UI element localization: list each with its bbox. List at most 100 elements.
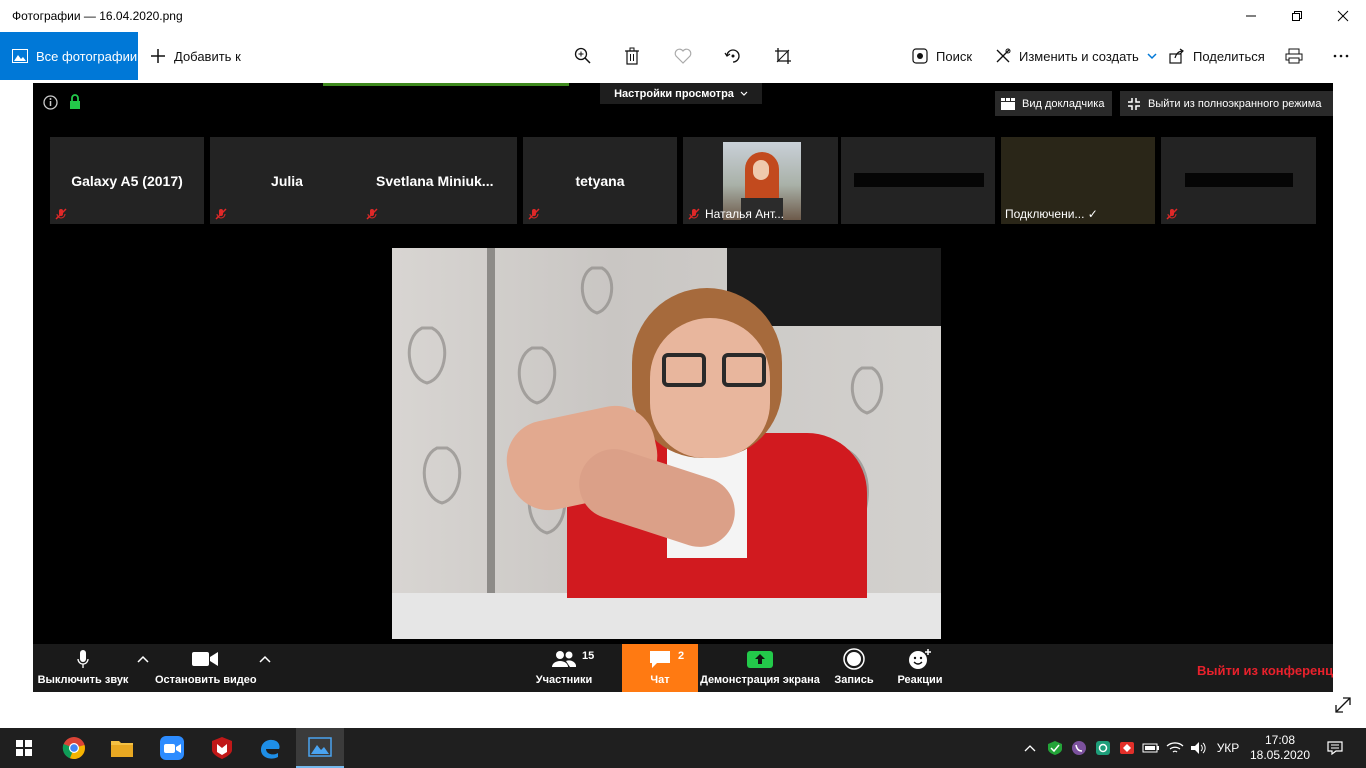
tray-volume[interactable]: [1188, 728, 1210, 768]
tray-wifi[interactable]: [1164, 728, 1186, 768]
app-tray-icon: [1096, 741, 1110, 755]
participant-tile[interactable]: [841, 137, 995, 224]
share-button[interactable]: Поделиться: [1169, 32, 1265, 80]
participant-name: Galaxy A5 (2017): [71, 173, 183, 189]
taskbar-edge[interactable]: [246, 728, 294, 768]
search-button[interactable]: Поиск: [912, 32, 972, 80]
anydesk-icon: [1120, 742, 1134, 754]
share-icon: [1169, 48, 1184, 64]
participant-tile[interactable]: Galaxy A5 (2017): [50, 137, 204, 224]
chrome-icon: [62, 737, 85, 760]
all-photos-button[interactable]: Все фотографии: [0, 32, 138, 80]
chat-count: 2: [678, 650, 685, 662]
chat-button[interactable]: Чат 2: [622, 644, 698, 692]
tray-battery[interactable]: [1140, 728, 1162, 768]
tray-overflow-button[interactable]: [1020, 728, 1040, 768]
zoom-topbar: Настройки просмотра Вид докладчика Выйти…: [33, 83, 1333, 123]
zoom-app-icon: [160, 736, 184, 760]
crop-icon: [775, 48, 791, 64]
audio-options-button[interactable]: [133, 644, 153, 692]
delete-button[interactable]: [624, 32, 640, 80]
video-options-button[interactable]: [255, 644, 275, 692]
reactions-button[interactable]: Реакции: [893, 644, 947, 692]
lock-icon[interactable]: [69, 94, 81, 110]
tray-clock[interactable]: 17:08 18.05.2020: [1246, 728, 1314, 768]
photos-toolbar: Все фотографии Добавить к Поиск Изменить…: [0, 32, 1366, 80]
taskbar-photos[interactable]: [296, 728, 344, 768]
record-button[interactable]: Запись: [829, 644, 879, 692]
participants-count: 15: [582, 650, 595, 662]
heart-icon: [674, 48, 692, 64]
tray-anydesk[interactable]: [1116, 728, 1138, 768]
participants-button[interactable]: Участники 15: [528, 644, 600, 692]
tray-language[interactable]: УКР: [1212, 728, 1244, 768]
participants-icon: [552, 651, 577, 667]
reactions-label: Реакции: [897, 674, 943, 686]
mic-muted-icon: [366, 208, 378, 220]
glasses-left: [662, 353, 706, 387]
share-label: Поделиться: [1193, 48, 1265, 64]
add-to-button[interactable]: Добавить к: [150, 32, 241, 80]
action-center-button[interactable]: [1320, 728, 1350, 768]
favorite-button[interactable]: [674, 32, 692, 80]
window-titlebar: Фотографии — 16.04.2020.png: [0, 0, 1366, 32]
chevron-down-icon: [740, 91, 748, 96]
tray-app[interactable]: [1092, 728, 1114, 768]
language-indicator: УКР: [1216, 741, 1240, 755]
trash-icon: [625, 47, 639, 65]
print-button[interactable]: [1285, 32, 1303, 80]
share-screen-button[interactable]: Демонстрация экрана: [700, 644, 820, 692]
plus-icon: [151, 49, 165, 63]
stop-video-label: Остановить видео: [155, 674, 257, 686]
expand-icon[interactable]: [1333, 695, 1353, 715]
info-icon[interactable]: [43, 95, 58, 110]
restore-button[interactable]: [1274, 0, 1320, 32]
chevron-up-icon: [259, 655, 271, 663]
photo-icon: [12, 49, 28, 63]
volume-icon: [1191, 742, 1206, 754]
speaker-view-button[interactable]: Вид докладчика: [995, 91, 1112, 116]
edge-icon: [261, 739, 280, 759]
start-button[interactable]: [0, 728, 48, 768]
chat-icon: [650, 651, 670, 668]
close-button[interactable]: [1320, 0, 1366, 32]
add-to-label: Добавить к: [174, 48, 241, 64]
edit-create-button[interactable]: Изменить и создать: [995, 32, 1157, 80]
viber-icon: [1072, 741, 1086, 755]
window-title: Фотографии — 16.04.2020.png: [12, 9, 183, 23]
redacted-name: [854, 173, 984, 187]
all-photos-label: Все фотографии: [36, 48, 138, 64]
rotate-icon: [724, 49, 740, 63]
taskbar-zoom[interactable]: [148, 728, 196, 768]
stop-video-button[interactable]: Остановить видео: [155, 644, 257, 692]
taskbar-explorer[interactable]: [98, 728, 146, 768]
view-settings-button[interactable]: Настройки просмотра: [600, 83, 762, 104]
participant-label: Наталья Ант...: [705, 207, 784, 221]
video-camera-icon: [192, 652, 218, 666]
mic-muted-icon: [215, 208, 227, 220]
rotate-button[interactable]: [724, 32, 742, 80]
tray-security[interactable]: [1044, 728, 1066, 768]
windows-logo-icon: [16, 740, 32, 756]
participant-tile[interactable]: Наталья Ант...: [683, 137, 838, 224]
more-button[interactable]: [1333, 32, 1349, 80]
mute-button[interactable]: Выключить звук: [33, 644, 133, 692]
participant-tile[interactable]: [1161, 137, 1316, 224]
participant-label: Подключени... ✓: [1005, 207, 1098, 221]
exit-fullscreen-button[interactable]: Выйти из полноэкранного режима: [1120, 91, 1333, 116]
tray-viber[interactable]: [1068, 728, 1090, 768]
participant-tile[interactable]: Подключени... ✓: [1001, 137, 1155, 224]
taskbar-mcafee[interactable]: [198, 728, 246, 768]
taskbar-chrome[interactable]: [50, 728, 98, 768]
minimize-button[interactable]: [1228, 0, 1274, 32]
crop-button[interactable]: [774, 32, 792, 80]
zoom-in-icon: [574, 47, 591, 64]
zoom-in-button[interactable]: [574, 32, 592, 80]
zoom-status-strip: [323, 83, 569, 86]
participant-tile[interactable]: Julia Svetlana Miniuk...: [210, 137, 517, 224]
face: [650, 318, 770, 458]
leave-meeting-button[interactable]: Выйти из конференции: [1193, 644, 1333, 692]
view-settings-label: Настройки просмотра: [614, 87, 734, 100]
participant-tile[interactable]: tetyana: [523, 137, 677, 224]
chevron-up-icon: [1024, 745, 1036, 752]
